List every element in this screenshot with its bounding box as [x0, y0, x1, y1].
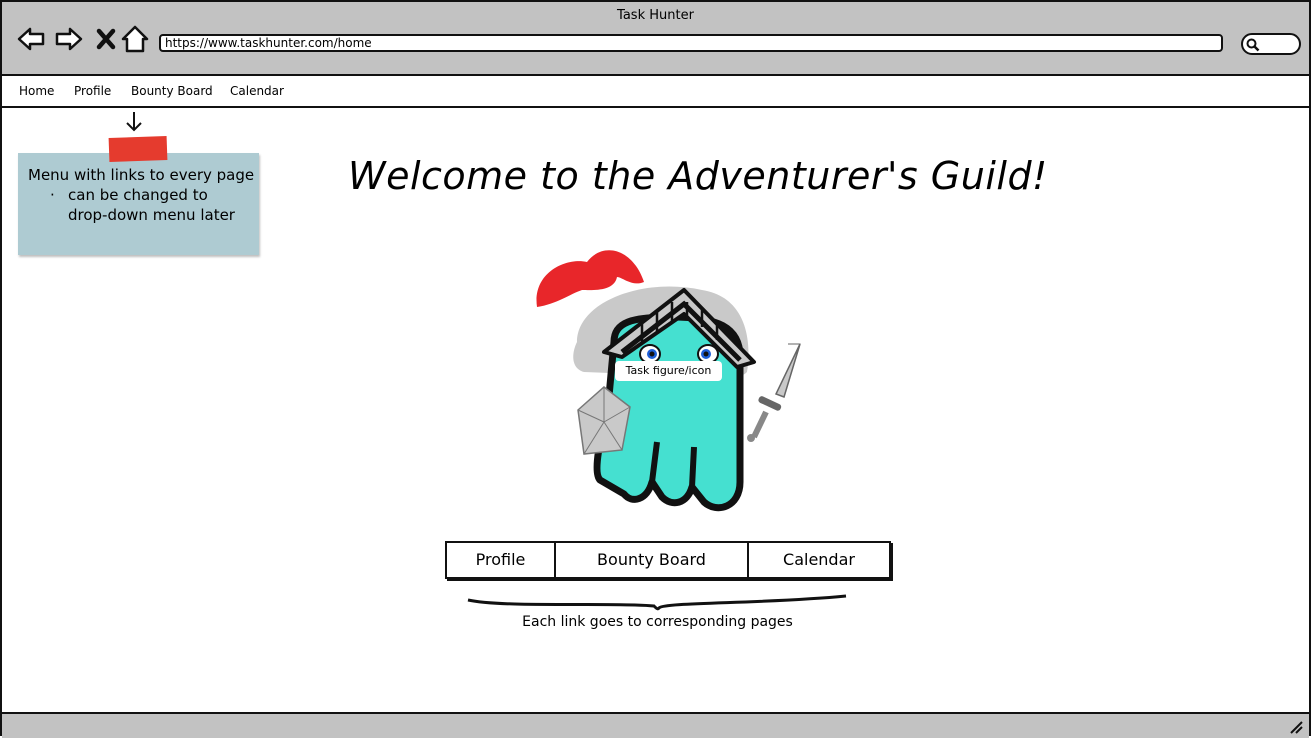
menu-item-profile[interactable]: Profile [74, 84, 111, 98]
arrow-left-icon[interactable] [16, 24, 46, 54]
note-bullet: · [50, 186, 55, 204]
browser-titlebar: Task Hunter https://www.taskhunter.com/h… [2, 2, 1309, 76]
figure-label: Task figure/icon [615, 361, 722, 381]
annotation-caption: Each link goes to corresponding pages [522, 614, 793, 630]
search-icon [1246, 38, 1260, 52]
bounty-board-button[interactable]: Bounty Board [554, 543, 747, 577]
note-line: drop-down menu later [68, 206, 235, 224]
resize-grip-icon[interactable] [1289, 720, 1303, 734]
window-title: Task Hunter [617, 8, 694, 23]
menu-item-home[interactable]: Home [19, 84, 54, 98]
menu-item-calendar[interactable]: Calendar [230, 84, 284, 98]
note-line: can be changed to [68, 186, 208, 204]
site-menu: Home Profile Bounty Board Calendar [2, 76, 1309, 108]
profile-button[interactable]: Profile [447, 543, 554, 577]
sticky-note: Menu with links to every page · can be c… [18, 153, 259, 255]
home-icon[interactable] [120, 24, 150, 54]
note-line: Menu with links to every page [28, 166, 255, 184]
note-tape [108, 135, 168, 163]
close-icon[interactable] [92, 24, 122, 54]
curly-brace-icon [467, 594, 847, 611]
browser-window: Task Hunter https://www.taskhunter.com/h… [0, 0, 1311, 738]
address-bar[interactable]: https://www.taskhunter.com/home [159, 34, 1223, 52]
arrow-down-icon [126, 112, 142, 132]
arrow-right-icon[interactable] [54, 24, 84, 54]
page-title: Welcome to the Adventurer's Guild! [348, 154, 1048, 198]
menu-item-bounty-board[interactable]: Bounty Board [131, 84, 213, 98]
link-button-group: Profile Bounty Board Calendar [445, 541, 891, 579]
calendar-button[interactable]: Calendar [747, 543, 889, 577]
search-field[interactable] [1241, 33, 1301, 55]
browser-statusbar [2, 712, 1309, 738]
